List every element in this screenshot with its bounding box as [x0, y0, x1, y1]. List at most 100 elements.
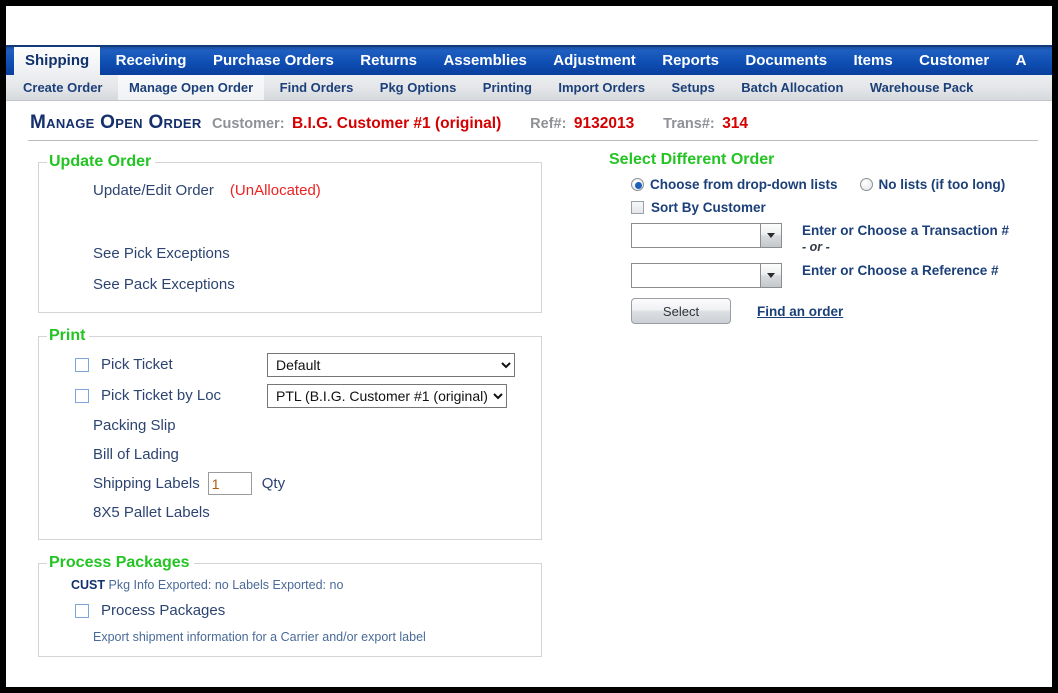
sort-by-customer-label: Sort By Customer: [651, 200, 766, 215]
ref-label: Ref#:: [530, 116, 567, 132]
pallet-labels-row[interactable]: 8X5 Pallet Labels: [49, 498, 531, 527]
chevron-down-icon: [767, 273, 775, 278]
see-pack-exceptions-link[interactable]: See Pack Exceptions: [93, 276, 235, 293]
select-action-row[interactable]: Select Find an order: [631, 298, 1049, 324]
page-heading: Manage Open Order Customer: B.I.G. Custo…: [6, 101, 1052, 140]
radio-dropdown-lists[interactable]: [631, 178, 644, 191]
process-packages-legend: Process Packages: [49, 554, 190, 571]
pick-ticket-by-loc-select[interactable]: PTL (B.I.G. Customer #1 (original)): [267, 383, 507, 408]
subnav-tab-pkg-options[interactable]: Pkg Options: [369, 75, 468, 100]
packing-slip-row[interactable]: Packing Slip: [49, 411, 531, 440]
subnav-tab-find-orders[interactable]: Find Orders: [269, 75, 365, 100]
shipping-labels-link[interactable]: Shipping Labels: [93, 475, 200, 492]
process-packages-row[interactable]: Process Packages: [49, 595, 531, 626]
radio-no-lists[interactable]: [859, 178, 873, 191]
customer-label: Customer:: [212, 116, 285, 132]
reference-number-input[interactable]: [631, 263, 761, 288]
subnav-tab-batch-allocation[interactable]: Batch Allocation: [730, 75, 854, 100]
customer-value: B.I.G. Customer #1 (original): [291, 115, 502, 132]
nav-tab-documents[interactable]: Documents: [734, 47, 838, 75]
transaction-hint-block: Enter or Choose a Transaction # - or -: [802, 223, 1009, 255]
transaction-number-input[interactable]: [631, 223, 761, 248]
order-source-radio-group[interactable]: Choose from drop-down lists No lists (if…: [631, 177, 1049, 192]
cust-tag: CUST: [71, 578, 106, 592]
nav-tab-customer[interactable]: Customer: [908, 47, 1000, 75]
pick-ticket-left: Pick Ticket: [75, 356, 267, 373]
nav-tab-reports[interactable]: Reports: [651, 47, 730, 75]
see-pick-exceptions-link[interactable]: See Pick Exceptions: [93, 245, 230, 262]
subnav-tab-printing[interactable]: Printing: [472, 75, 543, 100]
ref-value: 9132013: [573, 115, 635, 132]
subnav-tab-warehouse-pack[interactable]: Warehouse Pack: [859, 75, 985, 100]
select-button[interactable]: Select: [631, 298, 731, 324]
process-packages-description: Export shipment information for a Carrie…: [93, 630, 426, 644]
allocation-status-badge: (UnAllocated): [229, 182, 321, 199]
pack-exceptions-row[interactable]: See Pack Exceptions: [49, 269, 531, 300]
update-order-panel: Update Order Update/Edit Order (UnAlloca…: [38, 153, 542, 313]
reference-combo-row[interactable]: Enter or Choose a Reference #: [631, 263, 1049, 288]
pick-ticket-by-loc-left: Pick Ticket by Loc: [75, 387, 267, 404]
shipping-labels-row[interactable]: Shipping Labels Qty: [49, 469, 531, 498]
reference-dropdown-button[interactable]: [761, 263, 782, 288]
subnav-tab-manage-open-order[interactable]: Manage Open Order: [117, 75, 265, 100]
heading-divider: [28, 140, 1038, 141]
nav-tab-assemblies[interactable]: Assemblies: [432, 47, 537, 75]
nav-tab-purchase-orders[interactable]: Purchase Orders: [202, 47, 345, 75]
update-order-legend: Update Order: [49, 153, 152, 170]
nav-tab-adjustment[interactable]: Adjustment: [542, 47, 647, 75]
reference-combobox[interactable]: [631, 263, 782, 288]
pick-ticket-by-loc-label: Pick Ticket by Loc: [101, 387, 222, 404]
pick-ticket-by-loc-row[interactable]: Pick Ticket by Loc PTL (B.I.G. Customer …: [49, 380, 531, 411]
sort-by-customer-checkbox[interactable]: [631, 201, 644, 214]
pick-ticket-select[interactable]: Default: [267, 352, 515, 377]
main-navigation[interactable]: Shipping Receiving Purchase Orders Retur…: [6, 45, 1052, 75]
pick-ticket-by-loc-checkbox[interactable]: [75, 388, 89, 403]
pallet-labels-link[interactable]: 8X5 Pallet Labels: [93, 504, 210, 521]
find-an-order-link[interactable]: Find an order: [757, 304, 843, 319]
transaction-dropdown-button[interactable]: [761, 223, 782, 248]
update-order-spacer: [49, 206, 531, 238]
sort-by-customer-row[interactable]: Sort By Customer: [631, 200, 1049, 215]
left-column: Update Order Update/Edit Order (UnAlloca…: [38, 153, 542, 671]
process-packages-status-line: CUST Pkg Info Exported: no Labels Export…: [49, 578, 531, 592]
page-title: Manage Open Order: [30, 112, 202, 133]
packing-slip-link[interactable]: Packing Slip: [93, 417, 176, 434]
nav-tab-returns[interactable]: Returns: [349, 47, 428, 75]
update-edit-order-link[interactable]: Update/Edit Order: [93, 182, 214, 199]
print-legend: Print: [49, 327, 86, 344]
process-packages-panel: Process Packages CUST Pkg Info Exported:…: [38, 554, 542, 657]
transaction-combo-row[interactable]: Enter or Choose a Transaction # - or -: [631, 223, 1049, 255]
nav-tab-receiving[interactable]: Receiving: [105, 47, 198, 75]
update-edit-order-row[interactable]: Update/Edit Order (UnAllocated): [49, 175, 531, 206]
radio-no-lists-label: No lists (if too long): [878, 177, 1006, 192]
shipping-labels-qty-input[interactable]: [207, 472, 252, 495]
page-viewport: Shipping Receiving Purchase Orders Retur…: [6, 6, 1052, 687]
page-top-spacer: [6, 6, 1052, 45]
subnav-tab-setups[interactable]: Setups: [661, 75, 726, 100]
nav-tab-items[interactable]: Items: [843, 47, 904, 75]
or-separator-text: - or -: [802, 240, 830, 254]
process-packages-checkbox[interactable]: [75, 603, 89, 618]
pick-ticket-checkbox[interactable]: [75, 357, 89, 372]
reference-hint-text: Enter or Choose a Reference #: [802, 263, 999, 278]
select-different-order-title: Select Different Order: [609, 151, 775, 168]
pick-ticket-row[interactable]: Pick Ticket Default: [49, 349, 531, 380]
qty-label: Qty: [261, 475, 286, 492]
subnav-tab-create-order[interactable]: Create Order: [12, 75, 113, 100]
subnav-tab-import-orders[interactable]: Import Orders: [547, 75, 656, 100]
bill-of-lading-link[interactable]: Bill of Lading: [93, 446, 179, 463]
transaction-combobox[interactable]: [631, 223, 782, 248]
radio-dropdown-lists-label: Choose from drop-down lists: [650, 177, 838, 192]
right-column: Select Different Order Choose from drop-…: [609, 151, 1049, 324]
bill-of-lading-row[interactable]: Bill of Lading: [49, 440, 531, 469]
sub-navigation[interactable]: Create Order Manage Open Order Find Orde…: [6, 75, 1052, 101]
process-packages-label: Process Packages: [101, 602, 226, 619]
trans-label: Trans#:: [663, 116, 715, 132]
pick-exceptions-row[interactable]: See Pick Exceptions: [49, 238, 531, 269]
chevron-down-icon: [767, 233, 775, 238]
export-status-text: Pkg Info Exported: no Labels Exported: n…: [108, 578, 344, 592]
nav-tab-truncated[interactable]: A: [1005, 47, 1038, 75]
print-panel: Print Pick Ticket Default Pick Ticket by…: [38, 327, 542, 540]
nav-tab-shipping[interactable]: Shipping: [14, 47, 101, 75]
trans-value: 314: [722, 115, 749, 132]
